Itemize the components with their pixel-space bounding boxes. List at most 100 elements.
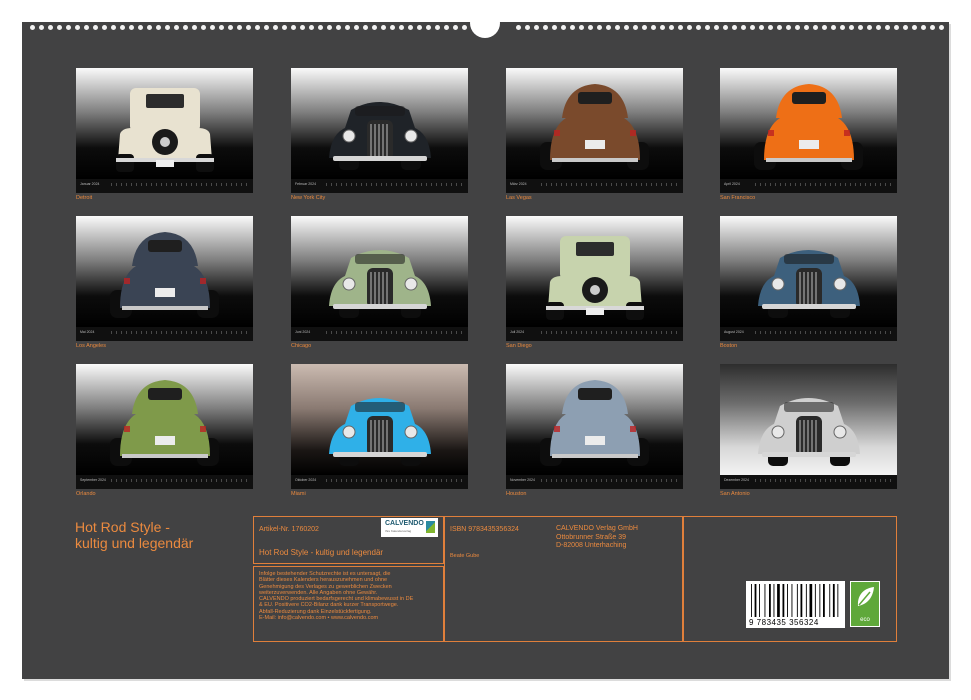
month-tile: Mai 2024 Los Angeles xyxy=(76,216,253,349)
city-caption: Orlando xyxy=(76,491,96,497)
spiral-hole xyxy=(606,25,611,30)
spiral-hole xyxy=(795,25,800,30)
day-grid xyxy=(755,479,893,482)
spiral-hole xyxy=(732,25,737,30)
spiral-hole xyxy=(570,25,575,30)
spiral-hole xyxy=(939,25,944,30)
day-grid xyxy=(111,331,249,334)
spiral-hole xyxy=(615,25,620,30)
month-tile: November 2024 Houston xyxy=(506,364,683,497)
calendar-strip: Oktober 2024 xyxy=(291,475,468,489)
month-tile: Oktober 2024 Miami xyxy=(291,364,468,497)
day-grid xyxy=(541,479,679,482)
spiral-hole xyxy=(237,25,242,30)
spiral-hole xyxy=(579,25,584,30)
title-line-2: kultig und legendär xyxy=(75,535,194,551)
month-label: Februar 2024 xyxy=(295,182,317,186)
month-tile: Juli 2024 San Diego xyxy=(506,216,683,349)
spiral-hole xyxy=(111,25,116,30)
spiral-hole xyxy=(399,25,404,30)
month-label: Dezember 2024 xyxy=(724,478,749,482)
month-label: Mai 2024 xyxy=(80,330,95,334)
spiral-hole xyxy=(687,25,692,30)
spiral-hole xyxy=(750,25,755,30)
calendar-strip: August 2024 xyxy=(720,327,897,341)
spiral-hole xyxy=(309,25,314,30)
spiral-hole xyxy=(903,25,908,30)
month-label: September 2024 xyxy=(80,478,106,482)
spiral-hole xyxy=(768,25,773,30)
day-grid xyxy=(541,331,679,334)
city-caption: San Francisco xyxy=(720,195,756,201)
city-caption: Miami xyxy=(291,491,306,497)
publisher-address: CALVENDO Verlag GmbH Ottobrunner Straße 3… xyxy=(556,525,638,551)
spiral-hole xyxy=(696,25,701,30)
city-caption: Las Vegas xyxy=(506,195,532,201)
spiral-hole xyxy=(669,25,674,30)
calendar-strip: April 2024 xyxy=(720,179,897,193)
spiral-hole xyxy=(516,25,521,30)
spiral-hole xyxy=(201,25,206,30)
spiral-hole xyxy=(66,25,71,30)
month-label: November 2024 xyxy=(510,478,535,482)
spiral-hole xyxy=(390,25,395,30)
spiral-hole xyxy=(147,25,152,30)
hot-rod-photo xyxy=(720,216,897,327)
hot-rod-photo xyxy=(76,216,253,327)
hanger-hole xyxy=(470,8,500,38)
spiral-hole xyxy=(453,25,458,30)
spiral-hole xyxy=(777,25,782,30)
isbn: ISBN 9783435356324 xyxy=(450,526,519,533)
spiral-hole xyxy=(210,25,215,30)
eco-badge: eco xyxy=(850,581,880,627)
spiral-hole xyxy=(741,25,746,30)
author: Beate Gube xyxy=(450,553,480,559)
spiral-hole xyxy=(318,25,323,30)
spiral-hole xyxy=(840,25,845,30)
spiral-hole xyxy=(264,25,269,30)
logo-mark-icon xyxy=(426,521,435,533)
spiral-hole xyxy=(885,25,890,30)
spiral-hole xyxy=(84,25,89,30)
spiral-hole xyxy=(624,25,629,30)
spiral-hole xyxy=(39,25,44,30)
month-label: Juni 2024 xyxy=(295,330,311,334)
spiral-hole xyxy=(102,25,107,30)
spiral-hole xyxy=(174,25,179,30)
city-caption: San Antonio xyxy=(720,491,750,497)
spiral-hole xyxy=(786,25,791,30)
day-grid xyxy=(326,479,464,482)
spiral-hole xyxy=(75,25,80,30)
spiral-hole xyxy=(381,25,386,30)
calendar-title: Hot Rod Style - kultig und legendär xyxy=(75,519,193,551)
month-tile: Dezember 2024 San Antonio xyxy=(720,364,897,497)
spiral-hole xyxy=(219,25,224,30)
spiral-hole xyxy=(534,25,539,30)
spiral-hole xyxy=(408,25,413,30)
spiral-hole xyxy=(561,25,566,30)
day-grid xyxy=(326,183,464,186)
spiral-hole xyxy=(597,25,602,30)
spiral-hole xyxy=(642,25,647,30)
hot-rod-photo xyxy=(291,68,468,179)
calendar-strip: Dezember 2024 xyxy=(720,475,897,489)
spiral-hole xyxy=(723,25,728,30)
hot-rod-photo xyxy=(506,364,683,475)
spiral-hole xyxy=(912,25,917,30)
title-line-1: Hot Rod Style - xyxy=(75,519,170,535)
spiral-hole xyxy=(48,25,53,30)
spiral-hole xyxy=(633,25,638,30)
spiral-hole xyxy=(228,25,233,30)
calendar-strip: Mai 2024 xyxy=(76,327,253,341)
hot-rod-photo xyxy=(506,68,683,179)
calendar-strip: November 2024 xyxy=(506,475,683,489)
month-tile: Juni 2024 Chicago xyxy=(291,216,468,349)
spiral-hole xyxy=(543,25,548,30)
hot-rod-photo xyxy=(720,364,897,475)
calendar-strip: März 2024 xyxy=(506,179,683,193)
hot-rod-photo xyxy=(291,364,468,475)
spiral-hole xyxy=(156,25,161,30)
spiral-hole xyxy=(867,25,872,30)
month-label: Januar 2024 xyxy=(80,182,100,186)
spiral-hole xyxy=(372,25,377,30)
